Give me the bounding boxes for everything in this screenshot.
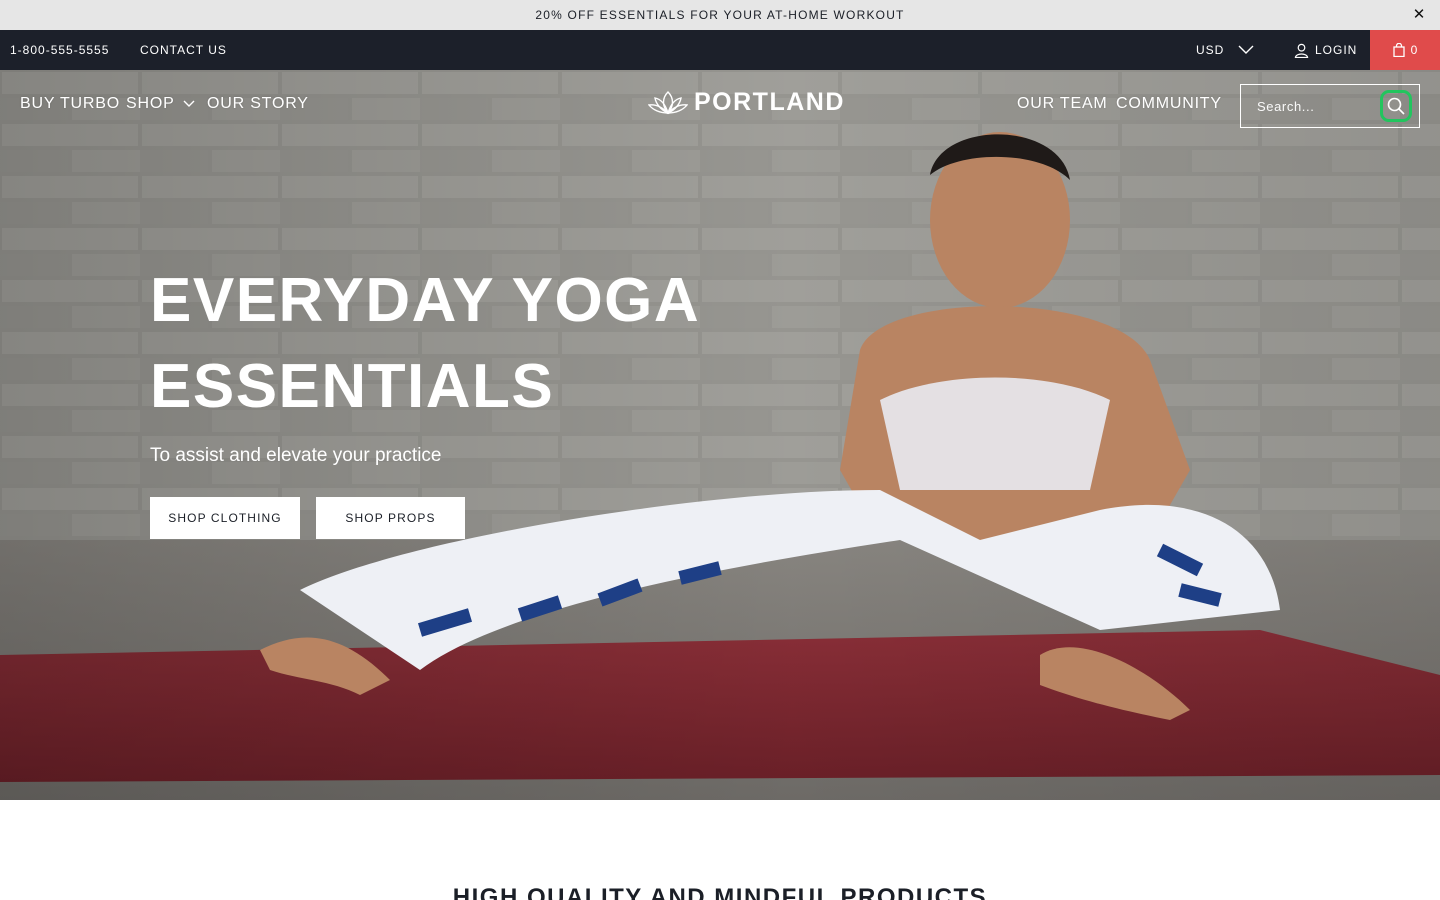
- search-box: [1240, 84, 1420, 128]
- nav-buy-turbo[interactable]: BUY TURBO: [20, 95, 120, 113]
- hero-title-line-2: ESSENTIALS: [150, 352, 555, 421]
- close-icon[interactable]: ✕: [1410, 6, 1428, 24]
- login-label: LOGIN: [1315, 43, 1358, 57]
- search-icon: [1387, 97, 1405, 115]
- user-icon: [1294, 43, 1309, 58]
- section-heading: HIGH QUALITY AND MINDFUL PRODUCTS: [452, 884, 988, 900]
- currency-label: USD: [1196, 43, 1225, 57]
- search-input[interactable]: [1241, 86, 1371, 126]
- phone-link[interactable]: 1-800-555-5555: [10, 30, 109, 70]
- logo-text: PORTLAND: [694, 88, 845, 116]
- search-button[interactable]: [1380, 90, 1412, 122]
- hero-image: [0, 70, 1440, 800]
- login-link[interactable]: LOGIN: [1294, 30, 1357, 70]
- nav-shop[interactable]: SHOP: [126, 95, 195, 113]
- currency-selector[interactable]: USD: [1196, 30, 1254, 70]
- chevron-down-icon: [183, 100, 195, 107]
- chevron-down-icon: [1238, 45, 1254, 54]
- nav-our-story[interactable]: OUR STORY: [207, 95, 309, 113]
- site-logo[interactable]: PORTLAND: [648, 88, 845, 117]
- hero-title: EVERYDAY YOGA ESSENTIALS: [150, 258, 710, 430]
- shop-clothing-button[interactable]: SHOP CLOTHING: [150, 497, 300, 539]
- lotus-icon: [648, 90, 688, 114]
- contact-us-link[interactable]: CONTACT US: [140, 30, 227, 70]
- cart-count: 0: [1410, 43, 1418, 57]
- shop-props-button[interactable]: SHOP PROPS: [316, 497, 465, 539]
- hero-title-line-1: EVERYDAY YOGA: [150, 266, 701, 335]
- announcement-text: 20% OFF ESSENTIALS FOR YOUR AT-HOME WORK…: [535, 8, 905, 22]
- hero-banner: [0, 70, 1440, 800]
- hero-subtitle: To assist and elevate your practice: [150, 445, 442, 466]
- cart-button[interactable]: 0: [1370, 30, 1440, 70]
- utility-bar: 1-800-555-5555 CONTACT US USD LOGIN 0: [0, 30, 1440, 70]
- nav-shop-label: SHOP: [126, 95, 175, 112]
- nav-our-team[interactable]: OUR TEAM: [1017, 95, 1108, 113]
- shopping-bag-icon: [1393, 43, 1405, 57]
- nav-community[interactable]: COMMUNITY: [1116, 95, 1222, 113]
- announcement-bar: 20% OFF ESSENTIALS FOR YOUR AT-HOME WORK…: [0, 0, 1440, 30]
